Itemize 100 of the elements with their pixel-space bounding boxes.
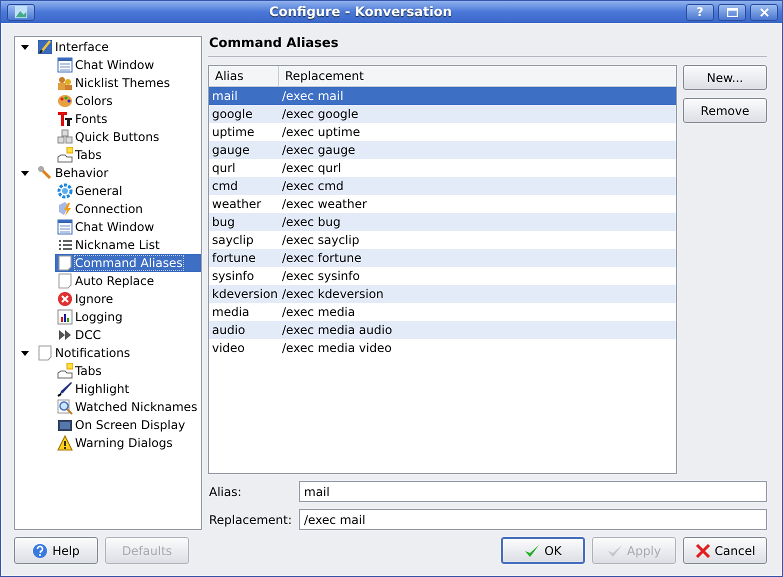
alias-cell-text: sayclip [211,233,255,247]
tree-item[interactable]: On Screen Display [55,416,201,434]
alias-cell-text: audio [211,323,246,337]
tabs-icon [57,363,73,379]
replacement-cell-text: /exec gauge [281,143,356,157]
table-row[interactable]: qurl /exec qurl [209,159,676,177]
replacement-cell-text: /exec bug [281,215,341,229]
alias-cell-text: google [211,107,254,121]
cancel-button[interactable]: Cancel [683,537,767,564]
alias-cell-text: weather [211,197,262,211]
replacement-cell-text: /exec fortune [281,251,362,265]
tree-item[interactable]: Chat Window [55,218,201,236]
app-icon [14,5,28,19]
collapse-arrow-icon[interactable] [21,349,29,357]
tree-item[interactable]: DCC [55,326,201,344]
warning-icon [57,435,73,451]
tree-item[interactable]: Interface [15,38,201,56]
close-button[interactable] [750,4,778,20]
input-field[interactable]: /exec mail [299,509,767,530]
close-icon [760,8,768,16]
tree-item[interactable]: Watched Nicknames [55,398,201,416]
table-row[interactable]: bug /exec bug [209,213,676,231]
alias-cell-text: mail [211,89,239,103]
fast-forward-icon [57,327,73,343]
check-icon [524,542,540,558]
chart-icon [57,309,73,325]
replacement-cell-text: /exec weather [281,197,367,211]
table-row[interactable]: uptime /exec uptime [209,123,676,141]
remove-button[interactable]: Remove [683,98,767,123]
lightning-icon [57,201,73,217]
table-row[interactable]: audio /exec media audio [209,321,676,339]
window-title: Configure - Konversation [268,4,453,20]
help-icon [32,542,48,558]
people-icon [57,75,73,91]
replacement-cell-text: /exec sysinfo [281,269,360,283]
tree-item[interactable]: Highlight [55,380,201,398]
tree-item[interactable]: Fonts [55,110,201,128]
table-row[interactable]: kdeversion /exec kdeversion [209,285,676,303]
input-field[interactable]: mail [299,481,767,502]
tree-item[interactable]: Colors [55,92,201,110]
tree-item[interactable]: Nicklist Themes [55,74,201,92]
tree-item[interactable]: Connection [55,200,201,218]
tree-item[interactable]: Behavior [15,164,201,182]
list-window-icon [57,57,73,73]
replacement-cell-text: /exec uptime [281,125,360,139]
tree-item[interactable]: Auto Replace [55,272,201,290]
close-icon [694,542,711,558]
alias-cell-text: uptime [211,125,256,139]
table-row[interactable]: media /exec media [209,303,676,321]
window-menu-icon[interactable] [7,4,35,20]
stop-icon [57,291,73,307]
alias-cell-text: qurl [211,161,236,175]
field-label: Replacement: [208,512,293,526]
tree-item[interactable]: Tabs [55,362,201,380]
tree-item[interactable]: Warning Dialogs [55,434,201,452]
table-row[interactable]: weather /exec weather [209,195,676,213]
column-header[interactable]: Alias [209,66,279,86]
alias-cell-text: cmd [211,179,239,193]
maximize-button[interactable] [718,4,746,20]
table-row[interactable]: fortune /exec fortune [209,249,676,267]
tree-item[interactable]: Chat Window [55,56,201,74]
tree-item[interactable]: Ignore [55,290,201,308]
replacement-cell-text: /exec google [281,107,358,121]
replacement-cell-text: /exec media [281,305,356,319]
help-button[interactable]: Help [14,537,98,564]
replacement-cell-text: /exec media audio [281,323,392,337]
table-row[interactable]: sayclip /exec sayclip [209,231,676,249]
table-row[interactable]: cmd /exec cmd [209,177,676,195]
tree-item[interactable]: Logging [55,308,201,326]
tree-item[interactable]: General [55,182,201,200]
list-window-icon [57,219,73,235]
tree-item[interactable]: Nickname List [55,236,201,254]
tabs-icon [57,147,73,163]
tree-item[interactable]: Tabs [55,146,201,164]
check-icon [607,542,624,558]
pen-icon [57,381,73,397]
tree-item[interactable]: Quick Buttons [55,128,201,146]
table-row[interactable]: video /exec media video [209,339,676,357]
table-row[interactable]: sysinfo /exec sysinfo [209,267,676,285]
alias-cell-text: bug [211,215,236,229]
tree-item[interactable]: Notifications [15,344,201,362]
column-header[interactable]: Replacement [279,66,364,86]
field-label: Alias: [208,484,243,498]
collapse-arrow-icon[interactable] [21,169,29,177]
replacement-cell-text: /exec sayclip [281,233,360,247]
alias-cell-text: kdeversion [211,287,279,301]
maximize-icon [726,8,738,16]
alias-cell-text: sysinfo [211,269,256,283]
table-row[interactable]: mail /exec mail [209,87,676,105]
table-row[interactable]: google /exec google [209,105,676,123]
table-row[interactable]: gauge /exec gauge [209,141,676,159]
replacement-cell-text: /exec kdeversion [281,287,384,301]
collapse-arrow-icon[interactable] [21,43,29,51]
new-button[interactable]: New... [683,65,767,90]
alias-cell-text: media [211,305,250,319]
ok-button[interactable]: OK [501,537,585,564]
palette-icon [57,93,73,109]
document-icon [57,255,73,271]
brush-icon [37,39,53,55]
tree-item[interactable]: Command Aliases [55,254,201,272]
